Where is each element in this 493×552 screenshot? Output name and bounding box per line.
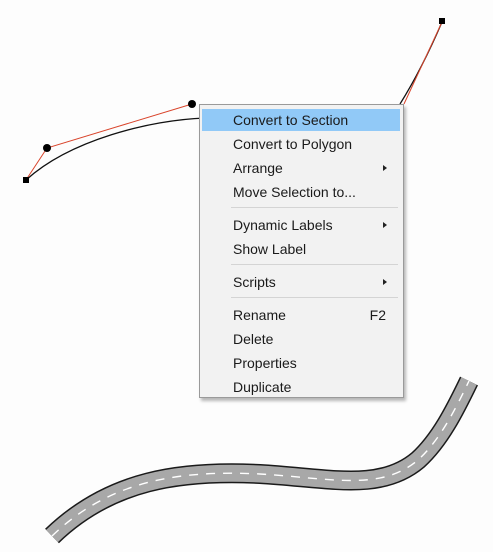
menu-item-show-label[interactable]: Show Label: [202, 238, 400, 260]
submenu-arrow-icon: [383, 279, 387, 285]
menu-item-label: Rename: [233, 307, 286, 323]
control-point[interactable]: [188, 100, 196, 108]
menu-item-label: Arrange: [233, 160, 283, 176]
submenu-arrow-icon: [383, 165, 387, 171]
menu-item-convert-to-section[interactable]: Convert to Section: [202, 109, 400, 131]
menu-item-label: Properties: [233, 355, 297, 371]
menu-item-label: Convert to Section: [233, 112, 349, 128]
menu-item-label: Dynamic Labels: [233, 217, 333, 233]
menu-item-label: Scripts: [233, 274, 276, 290]
bezier-handle-line-right: [403, 21, 443, 105]
menu-item-rename[interactable]: Rename F2: [202, 304, 400, 326]
context-menu: Convert to Section Convert to Polygon Ar…: [199, 104, 404, 398]
menu-item-dynamic-labels[interactable]: Dynamic Labels: [202, 214, 400, 236]
anchor-point[interactable]: [23, 177, 29, 183]
anchor-point[interactable]: [439, 18, 445, 24]
menu-item-convert-to-polygon[interactable]: Convert to Polygon: [202, 133, 400, 155]
menu-item-label: Move Selection to...: [233, 184, 356, 200]
menu-item-label: Delete: [233, 331, 274, 347]
menu-separator: [231, 297, 398, 298]
menu-item-arrange[interactable]: Arrange: [202, 157, 400, 179]
menu-item-properties[interactable]: Properties: [202, 352, 400, 374]
menu-item-scripts[interactable]: Scripts: [202, 271, 400, 293]
menu-separator: [231, 207, 398, 208]
menu-item-label: Convert to Polygon: [233, 136, 353, 152]
road-section[interactable]: [45, 376, 479, 544]
menu-item-move-selection[interactable]: Move Selection to...: [202, 181, 400, 203]
menu-item-duplicate[interactable]: Duplicate: [202, 376, 400, 398]
bezier-handle-line: [25, 103, 193, 181]
menu-item-delete[interactable]: Delete: [202, 328, 400, 350]
menu-separator: [231, 264, 398, 265]
menu-item-shortcut: F2: [369, 307, 386, 323]
control-point[interactable]: [43, 144, 51, 152]
spline-curve-right[interactable]: [399, 21, 443, 105]
menu-item-label: Duplicate: [233, 379, 292, 395]
submenu-arrow-icon: [383, 222, 387, 228]
menu-item-label: Show Label: [233, 241, 307, 257]
